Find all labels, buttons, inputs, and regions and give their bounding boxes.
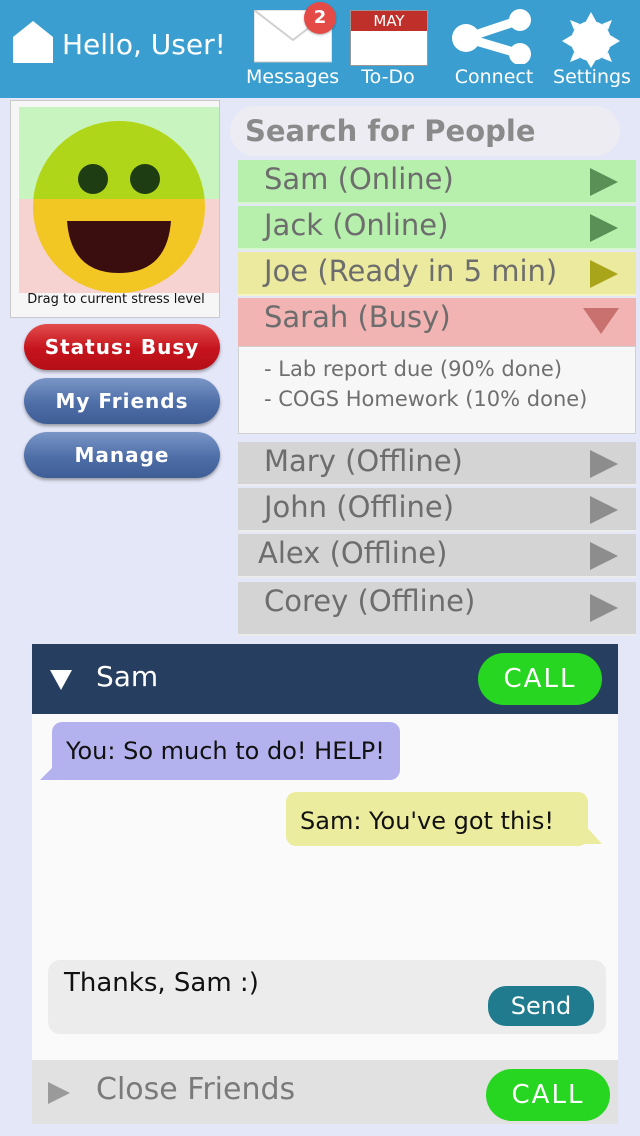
- status-button[interactable]: Status: Busy: [24, 324, 220, 370]
- bubble-tail: [584, 824, 602, 844]
- nav-todo[interactable]: MAY To-Do: [344, 6, 432, 94]
- person-row-sarah[interactable]: Sarah (Busy): [238, 298, 636, 346]
- expand-arrow-icon[interactable]: [588, 212, 620, 244]
- person-row-corey[interactable]: Corey (Offline): [238, 582, 636, 636]
- person-row-mary[interactable]: Mary (Offline): [238, 442, 636, 486]
- expand-arrow-icon[interactable]: [588, 592, 620, 624]
- calendar-month: MAY: [351, 11, 427, 31]
- call-button[interactable]: CALL: [478, 653, 602, 705]
- message-text: Sam: You've got this!: [300, 807, 554, 835]
- search-placeholder: Search for People: [245, 114, 536, 148]
- person-row-alex[interactable]: Alex (Offline): [238, 534, 636, 578]
- nav-settings[interactable]: Settings: [548, 6, 636, 94]
- chat-contact-name: Sam: [96, 660, 159, 693]
- my-friends-button[interactable]: My Friends: [24, 378, 220, 424]
- nav-messages[interactable]: 2 Messages: [246, 2, 340, 94]
- gear-icon: [562, 12, 620, 68]
- message-text: You: So much to do! HELP!: [66, 737, 385, 765]
- status-details-sarah: - Lab report due (90% done) - COGS Homew…: [238, 346, 636, 434]
- send-button[interactable]: Send: [488, 986, 594, 1026]
- message-compose-box[interactable]: Thanks, Sam :) Send: [48, 960, 606, 1034]
- calendar-icon: MAY: [350, 10, 428, 66]
- group-name: Close Friends: [96, 1072, 296, 1107]
- person-name: Corey (Offline): [264, 584, 476, 618]
- person-row-joe[interactable]: Joe (Ready in 5 min): [238, 252, 636, 296]
- person-row-jack[interactable]: Jack (Online): [238, 206, 636, 250]
- expand-arrow-icon[interactable]: [588, 448, 620, 480]
- person-name: Mary (Offline): [264, 444, 463, 478]
- stress-scale: [19, 107, 219, 293]
- detail-item: - Lab report due (90% done): [264, 357, 563, 381]
- person-name: John (Offline): [264, 490, 455, 524]
- expand-arrow-icon[interactable]: [588, 540, 620, 572]
- expand-arrow-icon[interactable]: [588, 258, 620, 290]
- message-bubble-outgoing: You: So much to do! HELP!: [52, 722, 400, 780]
- share-icon: [452, 9, 531, 64]
- greeting-text: Hello, User!: [62, 28, 226, 61]
- group-row-close-friends[interactable]: Close Friends CALL: [32, 1060, 618, 1124]
- stress-caption: Drag to current stress level: [27, 292, 205, 307]
- manage-button[interactable]: Manage: [24, 432, 220, 478]
- group-call-button[interactable]: CALL: [486, 1069, 610, 1121]
- message-bubble-incoming: Sam: You've got this!: [286, 792, 588, 846]
- collapse-arrow-icon[interactable]: [582, 304, 620, 336]
- stress-level-widget[interactable]: Drag to current stress level: [10, 100, 220, 318]
- collapse-triangle-icon[interactable]: [50, 670, 72, 690]
- home-icon[interactable]: [12, 20, 54, 64]
- expand-arrow-icon[interactable]: [588, 494, 620, 526]
- person-name: Joe (Ready in 5 min): [264, 254, 558, 288]
- person-name: Sarah (Busy): [264, 300, 451, 334]
- smiley-face-icon[interactable]: [33, 121, 205, 293]
- nav-connect-label: Connect: [454, 66, 534, 88]
- unread-badge: 2: [304, 2, 336, 34]
- chat-header[interactable]: Sam CALL: [32, 644, 618, 714]
- person-name: Alex (Offline): [258, 536, 448, 570]
- top-bar: Hello, User! 2 Messages MAY To-Do Connec…: [0, 0, 640, 98]
- person-row-sam[interactable]: Sam (Online): [238, 160, 636, 204]
- nav-todo-label: To-Do: [361, 66, 415, 88]
- nav-messages-label: Messages: [246, 66, 340, 88]
- message-input[interactable]: Thanks, Sam :): [64, 968, 259, 998]
- person-name: Sam (Online): [264, 162, 454, 196]
- person-row-john[interactable]: John (Offline): [238, 488, 636, 532]
- search-input[interactable]: Search for People: [230, 106, 620, 156]
- expand-arrow-icon[interactable]: [588, 166, 620, 198]
- nav-connect[interactable]: Connect: [448, 6, 540, 94]
- bubble-tail: [40, 760, 60, 780]
- detail-item: - COGS Homework (10% done): [264, 387, 588, 411]
- nav-settings-label: Settings: [553, 66, 631, 88]
- expand-triangle-icon[interactable]: [48, 1082, 70, 1104]
- person-name: Jack (Online): [264, 208, 449, 242]
